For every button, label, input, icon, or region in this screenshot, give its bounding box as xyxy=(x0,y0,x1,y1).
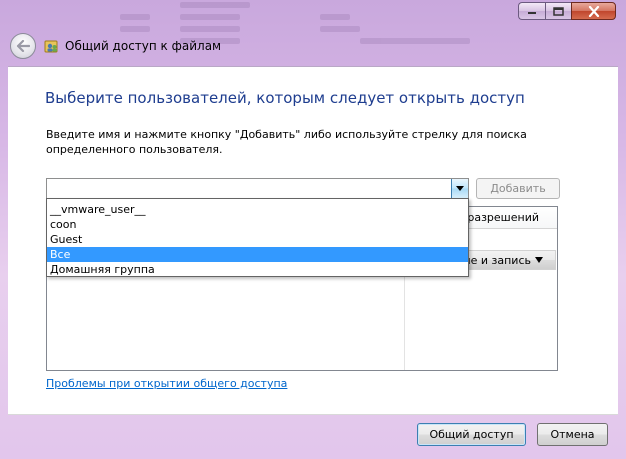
combobox-dropdown-button[interactable] xyxy=(451,179,468,198)
chevron-down-icon xyxy=(456,185,464,191)
user-name-input[interactable] xyxy=(49,180,455,197)
user-dropdown-list[interactable]: __vmware_user__ coon Guest Все Домашняя груп… xyxy=(46,198,469,277)
content-panel: Выберите пользователей, которым следует … xyxy=(8,66,618,415)
back-button[interactable] xyxy=(10,33,36,59)
caption-buttons xyxy=(518,2,616,22)
share-users-icon xyxy=(44,40,58,53)
dialog-header: Общий доступ к файлам xyxy=(8,30,618,64)
triangle-down-icon xyxy=(535,257,543,263)
close-button[interactable] xyxy=(571,2,616,20)
share-dialog-window: Общий доступ к файлам Выберите пользоват… xyxy=(0,0,626,459)
sharing-problems-link[interactable]: Проблемы при открытии общего доступа xyxy=(46,377,287,390)
back-arrow-icon xyxy=(16,40,30,52)
add-button[interactable]: Добавить xyxy=(476,178,560,199)
close-icon xyxy=(588,5,599,17)
dropdown-option[interactable]: __vmware_user__ xyxy=(47,202,468,217)
dialog-title: Общий доступ к файлам xyxy=(65,39,222,53)
cancel-button[interactable]: Отмена xyxy=(537,423,608,446)
dropdown-option[interactable]: coon xyxy=(47,217,468,232)
maximize-icon xyxy=(553,6,564,16)
minimize-icon xyxy=(528,12,536,14)
maximize-button[interactable] xyxy=(545,2,571,20)
minimize-button[interactable] xyxy=(518,2,545,20)
user-combobox[interactable] xyxy=(46,178,469,199)
dropdown-option[interactable]: Guest xyxy=(47,232,468,247)
main-heading: Выберите пользователей, которым следует … xyxy=(45,89,525,107)
dropdown-option[interactable]: Домашняя группа xyxy=(47,262,468,277)
instruction-text: Введите имя и нажмите кнопку "Добавить" … xyxy=(46,128,527,156)
share-button[interactable]: Общий доступ xyxy=(417,423,526,446)
dropdown-option[interactable]: Все xyxy=(47,247,468,262)
